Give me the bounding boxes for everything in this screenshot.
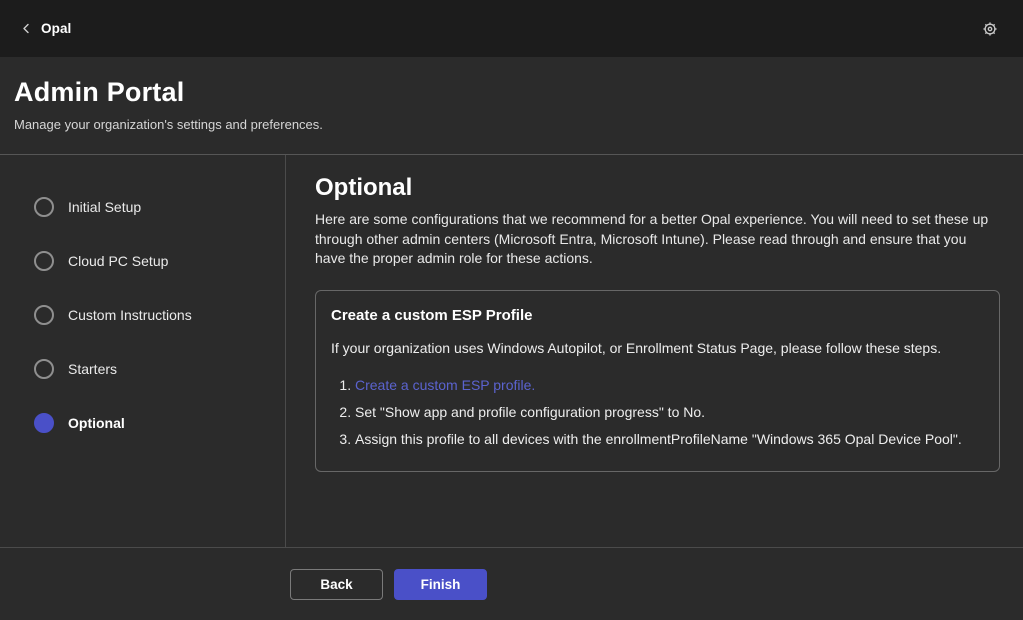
sidebar-item-cloud-pc-setup[interactable]: Cloud PC Setup	[0, 234, 285, 288]
setup-steps-sidebar: Initial Setup Cloud PC Setup Custom Inst…	[0, 155, 286, 547]
footer: Back Finish	[0, 547, 1023, 620]
list-item: Create a custom ESP profile.	[355, 375, 979, 395]
step-circle-icon	[34, 197, 54, 217]
sidebar-item-label: Starters	[68, 361, 117, 377]
sidebar-item-starters[interactable]: Starters	[0, 342, 285, 396]
main-panel: Optional Here are some configurations th…	[286, 155, 1023, 547]
card-subtitle: If your organization uses Windows Autopi…	[331, 338, 979, 358]
sidebar-item-label: Optional	[68, 415, 125, 431]
topbar: Opal	[0, 0, 1023, 57]
settings-button[interactable]	[977, 16, 1003, 42]
page-subtitle: Manage your organization's settings and …	[14, 117, 1009, 132]
sidebar-item-label: Initial Setup	[68, 199, 141, 215]
sidebar-item-initial-setup[interactable]: Initial Setup	[0, 180, 285, 234]
list-item: Set "Show app and profile configuration …	[355, 402, 979, 422]
card-title: Create a custom ESP Profile	[331, 306, 979, 326]
sidebar-item-optional[interactable]: Optional	[0, 396, 285, 450]
gear-icon	[981, 20, 999, 38]
list-item: Assign this profile to all devices with …	[355, 429, 979, 449]
chevron-left-icon	[20, 22, 32, 35]
step-circle-active-icon	[34, 413, 54, 433]
section-heading: Optional	[315, 173, 1000, 203]
back-nav[interactable]: Opal	[20, 21, 71, 36]
finish-button[interactable]: Finish	[394, 569, 487, 600]
step-circle-icon	[34, 359, 54, 379]
app-name: Opal	[41, 21, 71, 36]
esp-profile-card: Create a custom ESP Profile If your orga…	[315, 290, 1000, 472]
esp-steps-list: Create a custom ESP profile. Set "Show a…	[331, 375, 979, 449]
sidebar-item-label: Cloud PC Setup	[68, 253, 168, 269]
step-circle-icon	[34, 251, 54, 271]
create-esp-profile-link[interactable]: Create a custom ESP profile.	[355, 377, 535, 393]
sidebar-item-custom-instructions[interactable]: Custom Instructions	[0, 288, 285, 342]
section-description: Here are some configurations that we rec…	[315, 210, 1000, 269]
step-circle-icon	[34, 305, 54, 325]
body: Initial Setup Cloud PC Setup Custom Inst…	[0, 155, 1023, 547]
back-button[interactable]: Back	[290, 569, 383, 600]
sidebar-item-label: Custom Instructions	[68, 307, 192, 323]
page-title: Admin Portal	[14, 77, 1009, 108]
page-header: Admin Portal Manage your organization's …	[0, 57, 1023, 155]
